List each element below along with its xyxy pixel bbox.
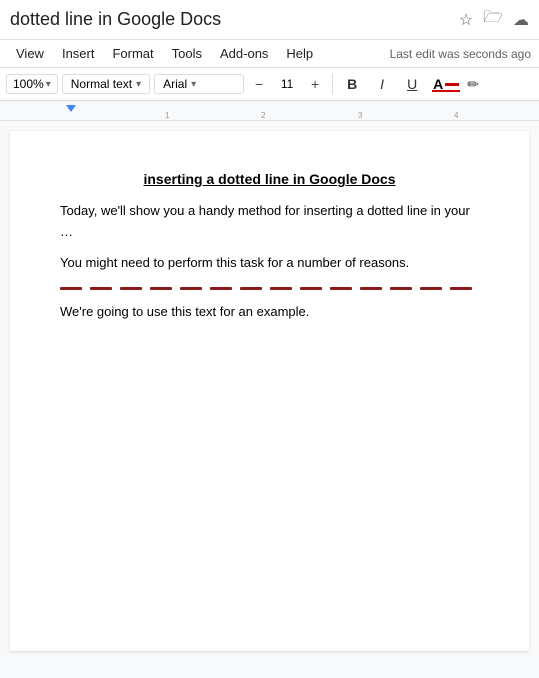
- last-edit-label: Last edit was seconds ago: [390, 47, 531, 61]
- title-bar: dotted line in Google Docs ☆ 🗁 ☁: [0, 0, 539, 40]
- dash-10: [330, 287, 352, 290]
- dash-2: [90, 287, 112, 290]
- font-color-button[interactable]: A: [429, 74, 463, 94]
- ruler-mark-4: 4: [454, 111, 458, 120]
- body-text-overflow: …: [60, 224, 73, 239]
- font-size-increase-button[interactable]: +: [304, 73, 326, 95]
- document-heading: inserting a dotted line in Google Docs: [60, 171, 479, 187]
- dash-12: [390, 287, 412, 290]
- font-value: Arial: [163, 77, 187, 91]
- font-size-control: − +: [248, 73, 326, 95]
- title-icons: ☆ 🗁 ☁: [459, 6, 529, 33]
- paragraph-style-selector[interactable]: Normal text ▾: [62, 74, 150, 94]
- font-color-indicator: [445, 83, 459, 86]
- document-area: inserting a dotted line in Google Docs T…: [0, 121, 539, 678]
- menu-format[interactable]: Format: [104, 42, 161, 65]
- cloud-icon[interactable]: ☁: [513, 10, 529, 30]
- ruler-mark-1: 1: [165, 111, 169, 120]
- ruler-tab[interactable]: [66, 105, 76, 112]
- font-size-decrease-button[interactable]: −: [248, 73, 270, 95]
- dash-14: [450, 287, 472, 290]
- menu-insert[interactable]: Insert: [54, 42, 103, 65]
- dash-11: [360, 287, 382, 290]
- ruler: 1 2 3 4: [0, 101, 539, 121]
- zoom-value: 100%: [13, 77, 44, 91]
- ruler-mark-2: 2: [261, 111, 265, 120]
- dashed-line: [60, 287, 479, 290]
- zoom-chevron: ▾: [46, 79, 51, 90]
- star-icon[interactable]: ☆: [459, 10, 473, 30]
- style-chevron: ▾: [136, 79, 141, 90]
- toolbar-separator-1: [332, 74, 333, 94]
- document-body-paragraph-2: You might need to perform this task for …: [60, 253, 479, 274]
- highlight-color-button[interactable]: ✏: [467, 76, 479, 93]
- document-body-paragraph-1: Today, we'll show you a handy method for…: [60, 201, 479, 243]
- dash-6: [210, 287, 232, 290]
- dotted-line-section: [60, 287, 479, 290]
- font-chevron: ▾: [191, 79, 196, 90]
- menu-tools[interactable]: Tools: [164, 42, 210, 65]
- dash-9: [300, 287, 322, 290]
- dash-7: [240, 287, 262, 290]
- bold-button[interactable]: B: [339, 71, 365, 97]
- menu-bar: View Insert Format Tools Add-ons Help La…: [0, 40, 539, 68]
- menu-help[interactable]: Help: [278, 42, 321, 65]
- paragraph-style-value: Normal text: [71, 77, 132, 91]
- folder-icon[interactable]: 🗁: [483, 6, 503, 33]
- body-text-1: Today, we'll show you a handy method for…: [60, 203, 470, 218]
- dash-1: [60, 287, 82, 290]
- document-example-text: We're going to use this text for an exam…: [60, 304, 479, 319]
- dash-4: [150, 287, 172, 290]
- font-selector[interactable]: Arial ▾: [154, 74, 244, 94]
- document-title: dotted line in Google Docs: [10, 9, 451, 30]
- dash-8: [270, 287, 292, 290]
- menu-addons[interactable]: Add-ons: [212, 42, 276, 65]
- document-page: inserting a dotted line in Google Docs T…: [10, 131, 529, 651]
- font-color-label: A: [433, 76, 443, 92]
- underline-button[interactable]: U: [399, 71, 425, 97]
- toolbar: 100% ▾ Normal text ▾ Arial ▾ − + B I U A…: [0, 68, 539, 101]
- dash-5: [180, 287, 202, 290]
- font-size-input[interactable]: [273, 77, 301, 91]
- dash-13: [420, 287, 442, 290]
- menu-view[interactable]: View: [8, 42, 52, 65]
- italic-button[interactable]: I: [369, 71, 395, 97]
- ruler-mark-3: 3: [358, 111, 362, 120]
- zoom-selector[interactable]: 100% ▾: [6, 74, 58, 94]
- dash-3: [120, 287, 142, 290]
